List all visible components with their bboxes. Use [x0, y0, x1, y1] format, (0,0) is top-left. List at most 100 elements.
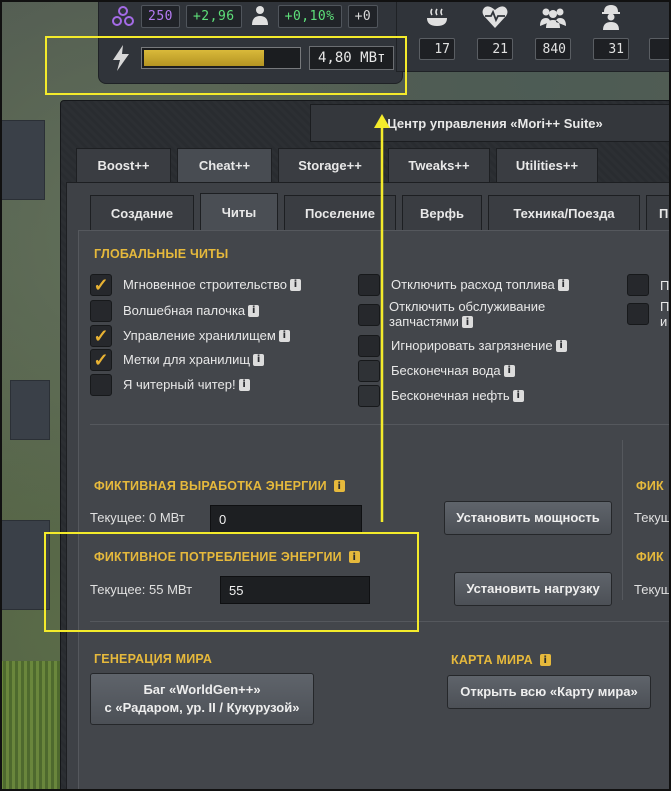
workers-value: 31 — [593, 38, 629, 60]
tab-storage[interactable]: Storage++ — [278, 148, 382, 182]
worker-icon — [599, 0, 623, 34]
cheat-label: Управление хранилищем — [123, 327, 276, 343]
crop-field — [0, 661, 60, 791]
cheat-label: Игнорировать загрязнение — [391, 337, 553, 353]
cheat-label: Отключить расход топлива — [391, 276, 555, 292]
subtab-cheats[interactable]: Читы — [200, 193, 278, 231]
check-mark-icon: ✓ — [93, 275, 109, 295]
cheat-storage-control[interactable]: ✓ Управление хранилищем i — [90, 325, 290, 347]
open-world-map-button[interactable]: Открыть всю «Карту мира» — [447, 675, 651, 709]
fake-generation-right-title: ФИК — [636, 479, 664, 493]
checkbox[interactable]: ✓ — [90, 349, 112, 371]
checkbox[interactable] — [90, 374, 112, 396]
checkbox[interactable]: ✓ — [90, 274, 112, 296]
world-building — [10, 380, 50, 440]
cheat-label: Бесконечная нефть — [391, 387, 510, 403]
fake-consumption-right-current: Текущ — [634, 582, 670, 597]
fake-consumption-title-text: ФИКТИВНОЕ ПОТРЕБЛЕНИЕ ЭНЕРГИИ — [94, 550, 342, 564]
cheat-label: Бесконечная вода — [391, 362, 501, 378]
fake-consumption-input[interactable]: 55 — [220, 576, 370, 604]
info-icon[interactable]: i — [333, 480, 345, 492]
checkbox[interactable]: ✓ — [90, 325, 112, 347]
global-cheats-title: ГЛОБАЛЬНЫЕ ЧИТЫ — [94, 247, 229, 261]
fake-generation-title-text: ФИКТИВНАЯ ВЫРАБОТКА ЭНЕРГИИ — [94, 479, 327, 493]
check-mark-icon: ✓ — [93, 326, 109, 346]
extra-stat — [647, 0, 671, 60]
tab-cheat[interactable]: Cheat++ — [177, 148, 272, 182]
checkbox[interactable] — [627, 274, 649, 296]
power-bar-fill — [144, 50, 265, 66]
info-icon[interactable]: i — [290, 278, 301, 291]
cheat-col3-item[interactable]: П и — [627, 299, 669, 329]
subtab-creation[interactable]: Создание — [90, 195, 194, 231]
cheat-instant-build[interactable]: ✓ Мгновенное строительство i — [90, 274, 301, 296]
check-mark-icon: ✓ — [93, 350, 109, 370]
info-icon[interactable]: i — [348, 551, 360, 563]
lightning-icon — [109, 45, 133, 71]
population-stat: 840 — [533, 0, 573, 60]
fake-generation-input[interactable]: 0 — [210, 505, 362, 533]
set-load-button[interactable]: Установить нагрузку — [454, 572, 612, 606]
cheat-label: П — [660, 277, 670, 293]
unity-icon — [248, 4, 272, 28]
checkbox[interactable] — [90, 300, 112, 322]
cheat-label: Я читерный читер! — [123, 376, 236, 392]
fake-generation-current: Текущее: 0 МВт — [90, 510, 185, 525]
tab-boost[interactable]: Boost++ — [76, 148, 171, 182]
top-hud: 250 +2,96 +0,10% +0 4,80 МВт — [98, 0, 403, 84]
cheat-label-line2: запчастями — [389, 314, 459, 329]
cheat-label: Волшебная палочка — [123, 302, 246, 318]
population-icon — [538, 0, 568, 34]
info-icon[interactable]: i — [512, 389, 524, 402]
subtab-shipyard[interactable]: Верфь — [402, 195, 482, 231]
divider — [622, 440, 623, 600]
tab-tweaks[interactable]: Tweaks++ — [388, 148, 490, 182]
info-icon[interactable]: i — [557, 278, 569, 291]
worldgen-bug-button[interactable]: Баг «WorldGen++» с «Радаром, ур. II / Ку… — [90, 673, 314, 725]
research-icon — [111, 4, 135, 28]
subtab-more[interactable]: П — [646, 195, 671, 231]
heart-icon — [481, 0, 509, 34]
worldgen-button-line1: Баг «WorldGen++» — [143, 682, 261, 698]
fake-generation-title: ФИКТИВНАЯ ВЫРАБОТКА ЭНЕРГИИ i — [94, 479, 345, 493]
info-icon[interactable]: i — [503, 364, 515, 377]
info-icon[interactable]: i — [253, 353, 265, 366]
subtab-vehicles-trains[interactable]: Техника/Поезда — [488, 195, 640, 231]
cheat-label-line2: и — [660, 314, 668, 329]
fake-consumption-current: Текущее: 55 МВт — [90, 582, 193, 597]
tab-utilities[interactable]: Utilities++ — [496, 148, 598, 182]
divider — [90, 621, 671, 622]
unity-rate: +0,10% — [277, 4, 342, 28]
workers-stat: 31 — [591, 0, 631, 60]
extra-value — [649, 38, 671, 60]
fake-generation-right-current: Текущ — [634, 510, 670, 525]
cheat-label: Мгновенное строительство — [123, 276, 287, 292]
info-icon[interactable]: i — [555, 339, 567, 352]
set-power-button[interactable]: Установить мощность — [444, 501, 612, 535]
annotation-arrow — [374, 114, 390, 522]
cheat-label: Метки для хранилищ — [123, 351, 251, 367]
power-bar — [141, 47, 301, 69]
info-icon[interactable]: i — [461, 316, 473, 329]
cheat-magic-wand[interactable]: Волшебная палочка i — [90, 300, 260, 322]
cheat-cheater[interactable]: Я читерный читер! i — [90, 374, 250, 396]
food-icon — [424, 0, 450, 34]
cheat-label-line1: П — [660, 299, 670, 314]
info-icon[interactable]: i — [539, 654, 551, 666]
info-icon[interactable]: i — [238, 378, 250, 391]
population-value: 840 — [535, 38, 571, 60]
worldgen-button-line2: с «Радаром, ур. II / Кукурузой» — [104, 700, 300, 715]
cheat-label-line1: Отключить обслуживание — [389, 299, 546, 314]
world-building — [0, 520, 50, 610]
info-icon[interactable]: i — [248, 304, 260, 317]
cheat-storage-labels[interactable]: ✓ Метки для хранилищ i — [90, 349, 265, 371]
power-value: 4,80 МВт — [309, 46, 395, 70]
food-stat: 17 — [417, 0, 457, 60]
checkbox[interactable] — [627, 303, 649, 325]
fake-consumption-title: ФИКТИВНОЕ ПОТРЕБЛЕНИЕ ЭНЕРГИИ i — [94, 550, 360, 564]
info-icon[interactable]: i — [278, 329, 290, 342]
world-gen-title: ГЕНЕРАЦИЯ МИРА — [94, 652, 213, 666]
fake-consumption-right-title: ФИК — [636, 550, 664, 564]
health-stat: 21 — [475, 0, 515, 60]
cheat-col3-item[interactable]: П — [627, 274, 669, 296]
